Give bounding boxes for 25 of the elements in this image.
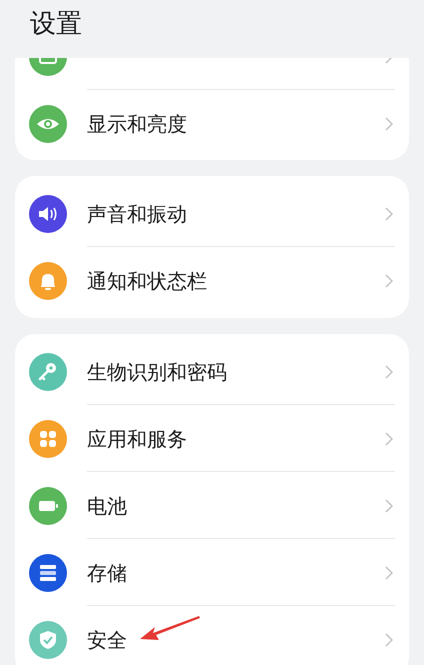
chevron-icon [385,432,393,446]
settings-item[interactable]: 存储 [15,539,409,606]
item-label: 应用和服务 [87,426,187,452]
settings-item[interactable]: 声音和振动 [15,180,409,247]
settings-item[interactable]: 安全 [15,606,409,665]
page-title: 设置 [30,8,82,41]
item-label: 存储 [87,560,127,586]
chevron-icon [385,364,393,378]
settings-item[interactable]: 电池 [15,472,409,539]
item-label: 安全 [87,626,127,654]
item-label: 通知和状态栏 [87,268,207,294]
item-label: 生物识别和密码 [87,358,227,386]
chevron-icon [385,498,393,512]
chevron-icon [385,116,393,130]
chevron-icon [385,632,393,646]
settings-item[interactable]: 通知和状态栏 [15,247,409,314]
item-label: 显示和亮度 [87,110,187,138]
chevron-icon [385,566,393,580]
chevron-icon [385,274,393,288]
settings-item[interactable]: 应用和服务 [15,405,409,472]
item-label: 电池 [87,492,127,520]
chevron-icon [385,206,393,220]
settings-item[interactable]: 生物识别和密码 [15,338,409,405]
settings-item[interactable]: 显示和亮度 [15,90,409,157]
item-label: 声音和振动 [87,200,187,228]
